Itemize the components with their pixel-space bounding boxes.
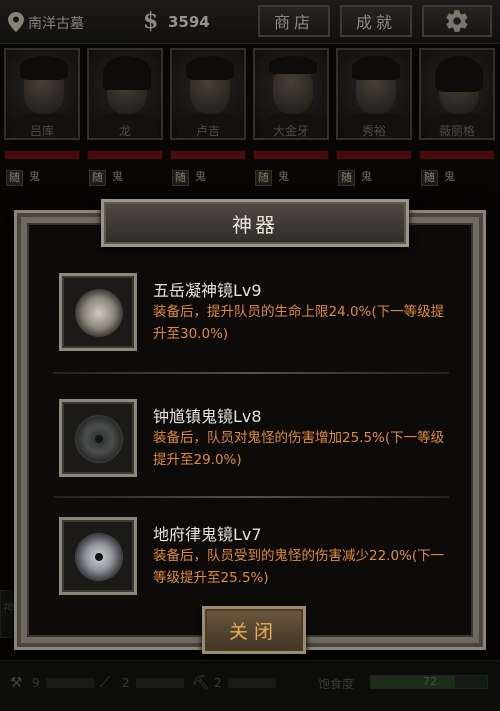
- artifact-description: 装备后，队员对鬼怪的伤害增加25.5%(下一等级提升至29.0%): [153, 430, 445, 468]
- artifact-description: 装备后，队员受到的鬼怪的伤害减少22.0%(下一等级提升至25.5%): [153, 548, 445, 586]
- dialog-title: 神器: [232, 212, 278, 237]
- divider: [53, 496, 449, 498]
- artifact-icon-frame: [59, 399, 137, 477]
- artifact-name: 地府律鬼镜Lv7: [153, 525, 262, 544]
- artifact-icon-frame: [59, 273, 137, 351]
- dialog-content: 五岳凝神镜Lv9 装备后，提升队员的生命上限24.0%(下一等级提升至30.0%…: [27, 223, 473, 637]
- artifact-name: 钟馗镇鬼镜Lv8: [153, 407, 262, 426]
- mirror-icon: [75, 289, 123, 337]
- mirror-icon: [75, 533, 123, 581]
- divider: [53, 372, 449, 374]
- artifact-name: 五岳凝神镜Lv9: [153, 281, 262, 300]
- dialog-title-plate: 神器: [101, 199, 409, 247]
- close-button[interactable]: 关闭: [202, 606, 306, 654]
- artifact-description: 装备后，提升队员的生命上限24.0%(下一等级提升至30.0%): [153, 304, 445, 342]
- artifact-icon-frame: [59, 517, 137, 595]
- artifact-dialog: 五岳凝神镜Lv9 装备后，提升队员的生命上限24.0%(下一等级提升至30.0%…: [14, 199, 486, 650]
- mirror-icon: [75, 415, 123, 463]
